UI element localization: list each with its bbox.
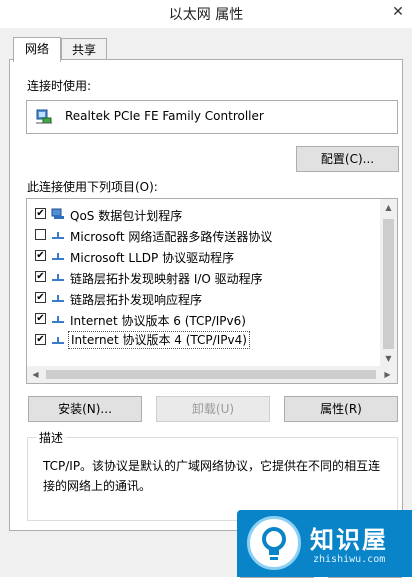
checkbox[interactable]: ✔ [35,271,46,282]
list-item[interactable]: ✔ 链路层拓扑发现映射器 I/O 驱动程序 [27,267,381,287]
items-label: 此连接使用下列项目(O): [27,180,158,194]
tab-network-label: 网络 [24,42,49,56]
protocol-icon [52,232,64,239]
list-item-label: 链路层拓扑发现响应程序 [70,293,203,307]
horizontal-scroll-thumb[interactable] [46,370,376,379]
window-title: 以太网 属性 [168,7,244,23]
watermark-logo: 知识屋 zhishiwu.com [237,510,412,577]
list-item-selected[interactable]: ✔ Internet 协议版本 4 (TCP/IPv4) [27,330,381,350]
install-button[interactable]: 安装(N)... [28,396,142,422]
network-adapter-icon [36,109,52,124]
uninstall-button[interactable]: 卸载(U) [156,396,270,422]
checkbox[interactable]: ✔ [35,250,46,261]
list-item-label: QoS 数据包计划程序 [70,209,183,223]
lightbulb-icon [247,516,301,570]
list-item[interactable]: ✔ 链路层拓扑发现响应程序 [27,288,381,308]
items-list[interactable]: ✔ QoS 数据包计划程序 Microsoft 网络适配器多路传送器协议 ✔ M… [26,198,398,384]
scroll-left-icon[interactable]: ◀ [27,366,44,383]
tab-network[interactable]: 网络 [13,37,61,62]
horizontal-scrollbar[interactable]: ◀ ▶ [27,366,397,383]
checkbox[interactable]: ✔ [35,313,46,324]
checkbox[interactable]: ✔ [35,292,46,303]
tab-sharing-label: 共享 [71,43,96,57]
protocol-icon [52,316,64,323]
list-item-label: 链路层拓扑发现映射器 I/O 驱动程序 [70,272,263,286]
adapter-name: Realtek PCIe FE Family Controller [65,109,264,123]
protocol-icon [52,337,64,344]
list-item-label: Internet 协议版本 6 (TCP/IPv6) [70,314,246,328]
vertical-scrollbar[interactable]: ▲ ▼ [380,199,397,367]
list-item[interactable]: Microsoft 网络适配器多路传送器协议 [27,225,381,245]
watermark-brand: 知识屋 [310,526,388,554]
configure-button[interactable]: 配置(C)... [296,146,399,172]
description-group: 描述 TCP/IP。该协议是默认的广域网络协议，它提供在不同的相互连接的网络上的… [27,429,398,521]
description-text: TCP/IP。该协议是默认的广域网络协议，它提供在不同的相互连接的网络上的通讯。 [43,459,381,493]
scroll-right-icon[interactable]: ▶ [379,366,396,383]
properties-button[interactable]: 属性(R) [284,396,398,422]
connect-using-label: 连接时使用: [27,79,92,93]
adapter-box: Realtek PCIe FE Family Controller [26,100,398,134]
description-title: 描述 [36,429,67,446]
list-item[interactable]: ✔ Internet 协议版本 6 (TCP/IPv6) [27,309,381,329]
list-item[interactable]: ✔ Microsoft LLDP 协议驱动程序 [27,246,381,266]
tab-sharing[interactable]: 共享 [61,38,107,60]
watermark-domain: zhishiwu.com [313,554,386,565]
checkbox[interactable]: ✔ [35,334,46,345]
vertical-scroll-thumb[interactable] [383,219,394,349]
protocol-icon [52,274,64,281]
title-bar: 以太网 属性 ✕ [0,0,412,29]
close-icon[interactable]: ✕ [390,4,406,20]
list-item-label: Internet 协议版本 4 (TCP/IPv4) [68,331,250,349]
scroll-up-icon[interactable]: ▲ [380,199,397,216]
list-item[interactable]: ✔ QoS 数据包计划程序 [27,204,381,224]
list-item-label: Microsoft 网络适配器多路传送器协议 [70,230,273,244]
scroll-down-icon[interactable]: ▼ [380,350,397,367]
checkbox[interactable] [35,229,46,240]
protocol-icon [52,295,64,302]
checkbox[interactable]: ✔ [35,208,46,219]
protocol-icon [52,253,64,260]
qos-icon [51,208,64,219]
list-item-label: Microsoft LLDP 协议驱动程序 [70,251,235,265]
